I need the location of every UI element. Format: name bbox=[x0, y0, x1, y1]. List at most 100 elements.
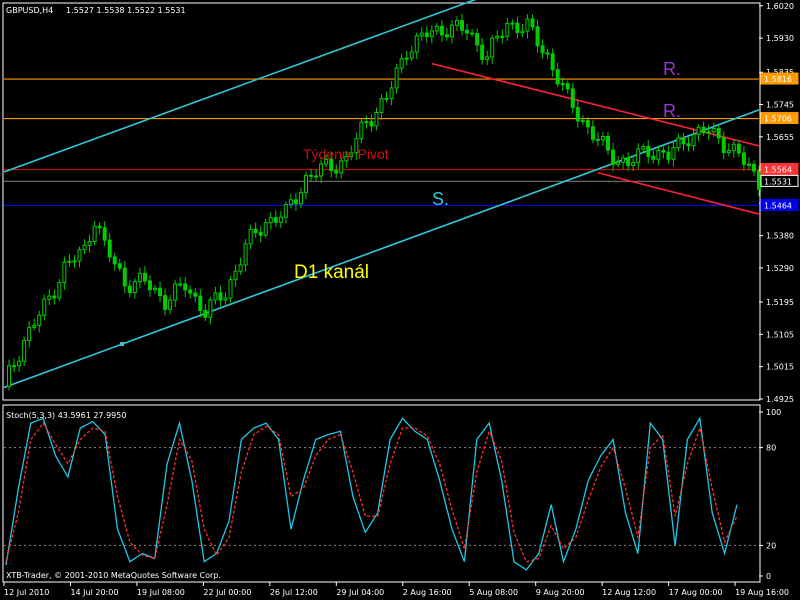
candle-body bbox=[696, 126, 701, 136]
candle-body bbox=[334, 170, 339, 174]
copyright-text: XTB-Trader, © 2001-2010 MetaQuotes Softw… bbox=[6, 571, 221, 580]
candle-body bbox=[460, 20, 465, 31]
candle-body bbox=[243, 243, 248, 266]
candle-body bbox=[590, 126, 595, 140]
candle-body bbox=[314, 175, 319, 178]
resistance-1-annotation: R. bbox=[663, 59, 681, 79]
candle-body bbox=[198, 295, 203, 312]
time-tick-label: 17 Aug 00:00 bbox=[669, 588, 723, 597]
candle-body bbox=[666, 151, 671, 160]
candle-body bbox=[278, 216, 283, 223]
candle-body bbox=[208, 299, 213, 318]
candle-body bbox=[67, 260, 72, 263]
candle-body bbox=[641, 146, 646, 150]
candle-body bbox=[97, 225, 102, 229]
candle-body bbox=[520, 30, 525, 34]
candle-body bbox=[293, 199, 298, 205]
candle-body bbox=[485, 56, 490, 60]
time-tick-label: 9 Aug 20:00 bbox=[536, 588, 585, 597]
candle-body bbox=[490, 37, 495, 58]
candle-body bbox=[726, 149, 731, 154]
candle-body bbox=[686, 143, 691, 147]
candle-body bbox=[656, 149, 661, 160]
candle-body bbox=[706, 131, 711, 134]
time-tick-label: 5 Aug 08:00 bbox=[469, 588, 518, 597]
price-label: 1.5531 bbox=[764, 177, 792, 186]
candle-body bbox=[736, 143, 741, 154]
candle-body bbox=[475, 33, 480, 46]
candle-body bbox=[147, 280, 152, 291]
candle-body bbox=[465, 29, 470, 34]
candle-body bbox=[379, 97, 384, 114]
price-tick-label: 1.5745 bbox=[766, 101, 794, 110]
candle-body bbox=[178, 283, 183, 286]
candle-body bbox=[42, 298, 47, 316]
candle-body bbox=[258, 232, 263, 236]
candle-body bbox=[731, 143, 736, 151]
candle-body bbox=[595, 138, 600, 141]
candle-body bbox=[691, 134, 696, 147]
candle-body bbox=[646, 146, 651, 157]
candle-body bbox=[540, 45, 545, 54]
candle-body bbox=[616, 161, 621, 165]
main-chart-frame bbox=[2, 2, 761, 401]
candle-body bbox=[631, 161, 636, 166]
candle-body bbox=[319, 163, 324, 177]
trend-lines bbox=[3, 0, 760, 389]
candle-body bbox=[626, 157, 631, 166]
candle-body bbox=[203, 310, 208, 318]
candle-body bbox=[444, 34, 449, 38]
candle-body bbox=[22, 339, 27, 362]
candle-body bbox=[455, 20, 459, 26]
chart-header-symbol: GBPUSD,H4 bbox=[6, 6, 53, 15]
chart-canvas: 1.60201.59301.58351.57451.56551.55601.54… bbox=[2, 0, 799, 597]
stoch-tick-label: 20 bbox=[766, 541, 776, 550]
candle-body bbox=[72, 260, 77, 263]
candle-body bbox=[394, 67, 399, 89]
candle-body bbox=[515, 22, 520, 34]
price-tick-label: 1.5380 bbox=[766, 232, 794, 241]
candle-body bbox=[253, 228, 258, 234]
anchor-marker bbox=[120, 342, 124, 346]
candle-body bbox=[621, 157, 626, 163]
candle-body bbox=[671, 147, 676, 160]
candle-body bbox=[575, 107, 580, 122]
price-label: 1.5564 bbox=[764, 166, 792, 175]
candle-body bbox=[304, 174, 308, 194]
candles bbox=[7, 13, 761, 391]
candle-body bbox=[248, 228, 253, 245]
candle-body bbox=[495, 35, 500, 39]
candle-body bbox=[651, 155, 656, 160]
stoch-tick-label: 0 bbox=[766, 572, 771, 581]
candle-body bbox=[263, 222, 268, 236]
stoch-tick-label: 80 bbox=[766, 444, 776, 453]
time-axis: 12 Jul 2010 14 Jul 20:00 19 Jul 08:00 22 Ju… bbox=[3, 582, 789, 597]
time-tick-label: 22 Jul 00:00 bbox=[203, 588, 251, 597]
price-label: 1.5464 bbox=[764, 201, 792, 210]
candle-body bbox=[52, 295, 57, 299]
time-tick-label: 14 Jul 20:00 bbox=[70, 588, 118, 597]
price-tick-label: 1.6020 bbox=[766, 2, 794, 11]
candle-body bbox=[565, 83, 570, 90]
candle-body bbox=[414, 35, 419, 53]
candle-body bbox=[283, 204, 288, 218]
trend-line-down-lower bbox=[597, 171, 760, 215]
candle-body bbox=[525, 18, 530, 32]
chart-header-ohlc: 1.5527 1.5538 1.5522 1.5531 bbox=[66, 6, 186, 15]
time-tick-label: 2 Aug 16:00 bbox=[403, 588, 452, 597]
time-tick-label: 19 Aug 16:00 bbox=[735, 588, 789, 597]
candle-body bbox=[434, 25, 439, 32]
candle-body bbox=[480, 44, 485, 60]
candle-body bbox=[223, 297, 228, 301]
candle-body bbox=[751, 163, 756, 172]
candle-body bbox=[77, 249, 82, 262]
candle-body bbox=[545, 52, 550, 55]
candle-body bbox=[555, 69, 560, 85]
candle-body bbox=[606, 135, 610, 151]
candle-body bbox=[233, 270, 238, 281]
candle-body bbox=[153, 287, 157, 291]
candle-body bbox=[288, 199, 293, 206]
candle-body bbox=[87, 241, 92, 246]
candle-body bbox=[137, 272, 142, 283]
candle-body bbox=[716, 127, 721, 139]
